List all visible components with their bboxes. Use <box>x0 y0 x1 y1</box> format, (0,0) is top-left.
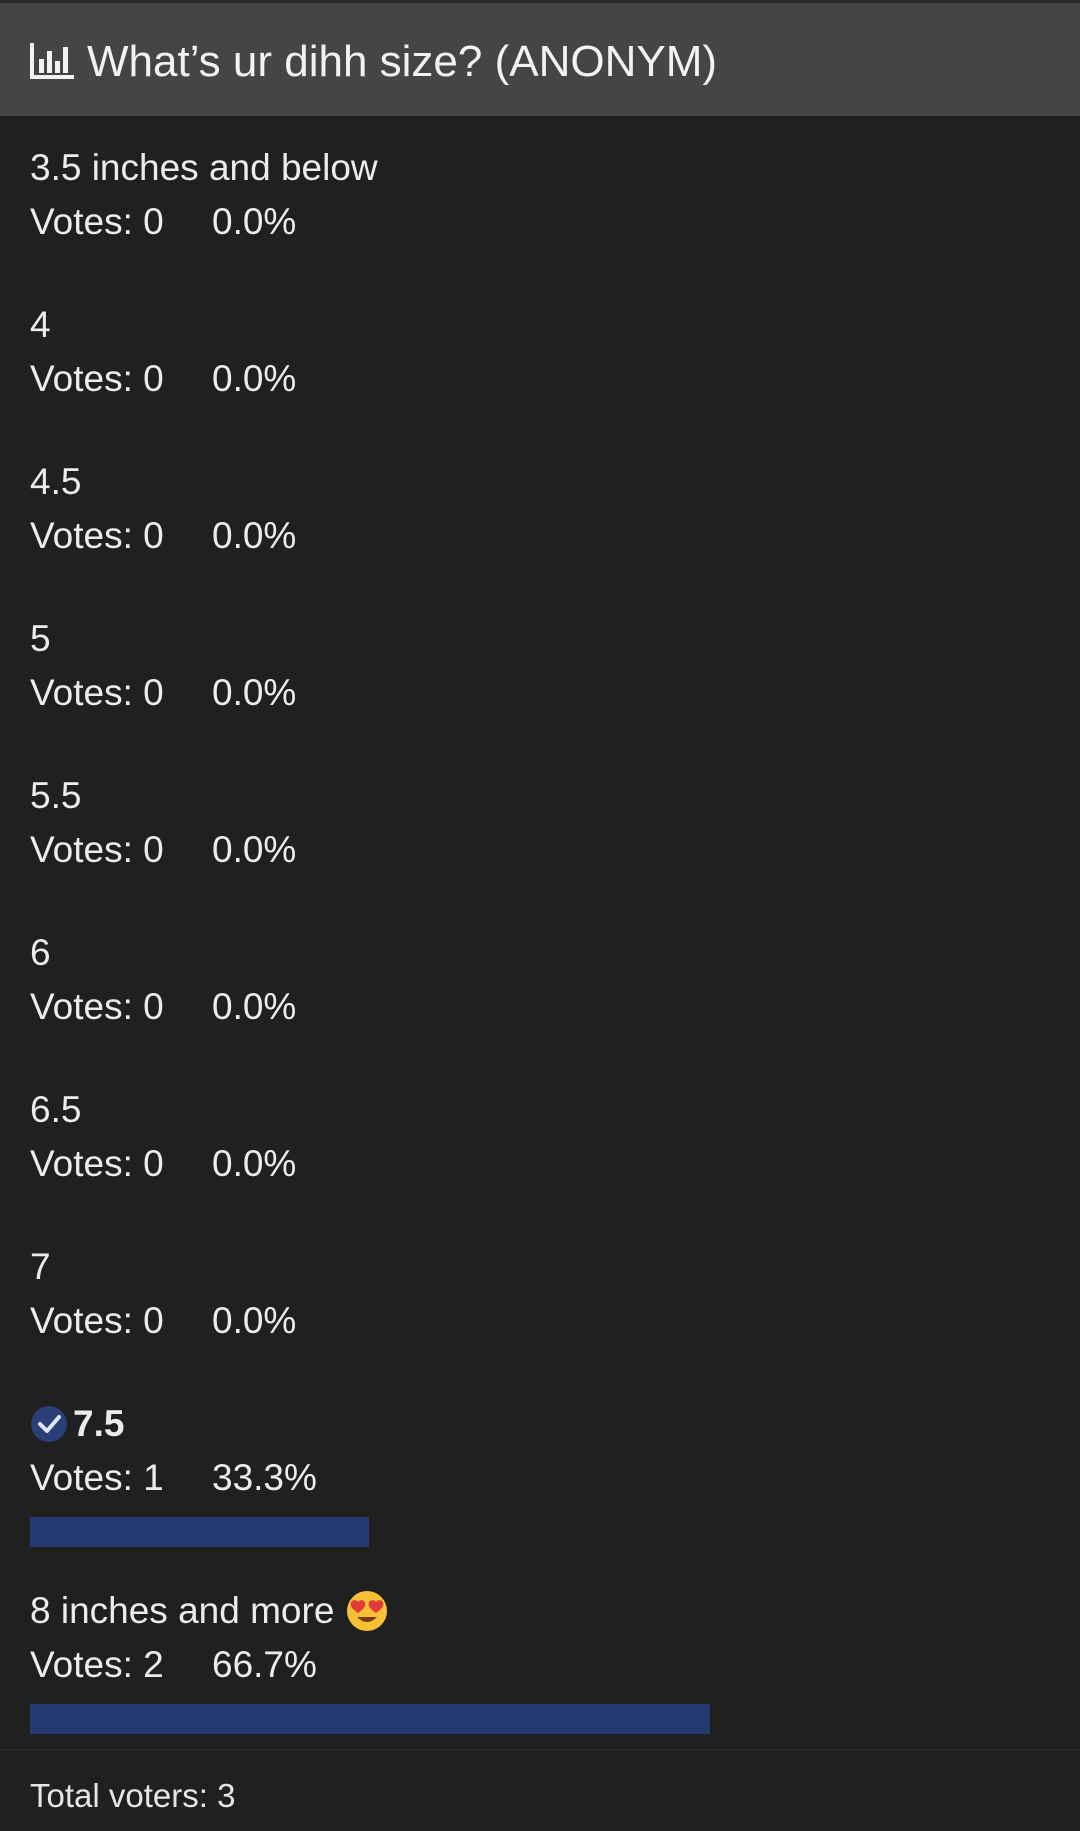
vote-percent: 33.3% <box>212 1457 317 1498</box>
poll-title: What’s ur dihh size? (ANONYM) <box>87 37 718 86</box>
heart-eyes-emoji-icon <box>347 1591 388 1631</box>
poll-option-label: 4 <box>30 303 51 347</box>
poll-option-stats: Votes: 0 0.0% <box>30 1299 296 1343</box>
vote-count: Votes: 0 <box>30 672 164 713</box>
vote-percent: 0.0% <box>212 1300 297 1341</box>
vote-count: Votes: 0 <box>30 1300 164 1341</box>
poll-option-stats: Votes: 0 0.0% <box>30 1142 296 1186</box>
poll-option-stats: Votes: 0 0.0% <box>30 671 296 715</box>
poll-option-text: 5.5 <box>30 775 82 816</box>
poll-option-text: 4.5 <box>30 461 82 502</box>
poll-option-label: 7.5 <box>30 1402 124 1446</box>
poll-option[interactable]: 6 Votes: 0 0.0% <box>0 901 1080 1058</box>
vote-percent: 0.0% <box>212 201 297 242</box>
poll-option[interactable]: 4.5 Votes: 0 0.0% <box>0 430 1080 587</box>
poll-option-stats: Votes: 0 0.0% <box>30 985 296 1029</box>
vote-percent: 0.0% <box>212 1143 297 1184</box>
vote-count: Votes: 0 <box>30 829 164 870</box>
poll-option-text: 3.5 inches and below <box>30 147 378 188</box>
poll-option-label: 7 <box>30 1245 51 1289</box>
vote-percent: 0.0% <box>212 986 297 1027</box>
poll-option-label: 5.5 <box>30 774 81 818</box>
vote-count: Votes: 0 <box>30 1143 164 1184</box>
poll-option-stats: Votes: 0 0.0% <box>30 357 296 401</box>
poll-option-text: 7.5 <box>73 1403 125 1444</box>
poll-option[interactable]: 8 inches and more Votes: 2 66.7% <box>0 1559 1080 1746</box>
poll-option-label: 4.5 <box>30 460 81 504</box>
vote-count: Votes: 0 <box>30 986 164 1027</box>
result-bar-track <box>30 1517 1050 1547</box>
total-voters: Total voters: 3 <box>30 1777 236 1814</box>
poll-option[interactable]: 4 Votes: 0 0.0% <box>0 273 1080 430</box>
poll-header: What’s ur dihh size? (ANONYM) <box>0 0 1080 116</box>
poll-option-text: 5 <box>30 618 51 659</box>
vote-count: Votes: 0 <box>30 515 164 556</box>
poll-option[interactable]: 7.5 Votes: 1 33.3% <box>0 1372 1080 1559</box>
poll-option-stats: Votes: 0 0.0% <box>30 514 296 558</box>
poll-option-label: 6 <box>30 931 51 975</box>
poll-footer: Total voters: 3 <box>0 1749 1080 1831</box>
poll-option-label: 3.5 inches and below <box>30 146 378 190</box>
vote-percent: 0.0% <box>212 829 297 870</box>
poll-option[interactable]: 5 Votes: 0 0.0% <box>0 587 1080 744</box>
poll-options-list: 3.5 inches and below Votes: 0 0.0% 4 Votes: … <box>0 116 1080 1746</box>
poll-option-label: 6.5 <box>30 1088 81 1132</box>
check-circle-icon <box>31 1406 67 1442</box>
vote-count: Votes: 2 <box>30 1644 164 1685</box>
vote-percent: 66.7% <box>212 1644 317 1685</box>
result-bar <box>30 1704 710 1734</box>
result-bar <box>30 1517 370 1547</box>
vote-percent: 0.0% <box>212 515 297 556</box>
poll-option[interactable]: 5.5 Votes: 0 0.0% <box>0 744 1080 901</box>
poll-option-stats: Votes: 1 33.3% <box>30 1456 317 1500</box>
poll-option-label: 5 <box>30 617 51 661</box>
poll-option-stats: Votes: 0 0.0% <box>30 828 296 872</box>
poll-option-text: 8 inches and more <box>30 1590 335 1631</box>
poll-option[interactable]: 3.5 inches and below Votes: 0 0.0% <box>0 116 1080 273</box>
vote-percent: 0.0% <box>212 672 297 713</box>
poll-option-text: 7 <box>30 1246 51 1287</box>
poll-option[interactable]: 6.5 Votes: 0 0.0% <box>0 1058 1080 1215</box>
poll-option[interactable]: 7 Votes: 0 0.0% <box>0 1215 1080 1372</box>
vote-count: Votes: 1 <box>30 1457 164 1498</box>
vote-count: Votes: 0 <box>30 201 164 242</box>
poll-option-text: 4 <box>30 304 51 345</box>
poll-option-stats: Votes: 2 66.7% <box>30 1643 317 1687</box>
vote-count: Votes: 0 <box>30 358 164 399</box>
poll-option-text: 6.5 <box>30 1089 82 1130</box>
vote-percent: 0.0% <box>212 358 297 399</box>
poll-option-stats: Votes: 0 0.0% <box>30 200 296 244</box>
poll-chart-icon <box>30 43 74 79</box>
poll-option-text: 6 <box>30 932 51 973</box>
poll-option-label: 8 inches and more <box>30 1589 388 1633</box>
result-bar-track <box>30 1704 1050 1734</box>
